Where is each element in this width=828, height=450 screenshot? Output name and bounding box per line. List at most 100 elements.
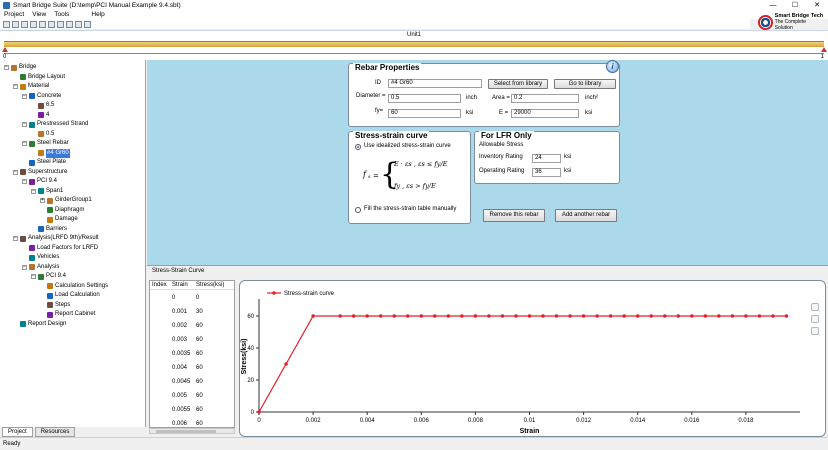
collapse-icon[interactable]: − bbox=[22, 264, 27, 270]
collapse-icon[interactable]: − bbox=[22, 122, 27, 127]
menu-tools[interactable]: Tools bbox=[50, 10, 73, 19]
table-row[interactable]: 0.0035 60 bbox=[150, 347, 234, 361]
table-row[interactable]: 0.0045 60 bbox=[150, 375, 234, 389]
idealized-curve-radio[interactable] bbox=[355, 144, 361, 150]
paste-icon[interactable] bbox=[66, 20, 73, 28]
tree-item[interactable]: + GirderGroup1 bbox=[40, 196, 92, 205]
save-icon[interactable] bbox=[21, 20, 28, 28]
cell-stress[interactable]: 60 bbox=[196, 417, 234, 427]
cell-strain[interactable]: 0.0055 bbox=[172, 403, 196, 417]
tree-item[interactable]: − PCI 9.4 bbox=[22, 177, 57, 186]
inventory-rating-field[interactable]: 24 bbox=[532, 154, 561, 163]
cell-index[interactable] bbox=[150, 375, 172, 389]
menu-view[interactable]: View bbox=[28, 10, 50, 19]
cut-icon[interactable] bbox=[48, 20, 55, 28]
collapse-icon[interactable]: − bbox=[31, 274, 36, 279]
tree-item[interactable]: Vehicles bbox=[22, 253, 59, 262]
cell-stress[interactable]: 60 bbox=[196, 361, 234, 375]
open-folder-icon[interactable] bbox=[12, 20, 19, 28]
girder-beam[interactable] bbox=[4, 41, 824, 47]
operating-rating-field[interactable]: 36 bbox=[532, 168, 561, 177]
tree-item[interactable]: − Span1 bbox=[31, 187, 63, 196]
tree-item[interactable]: − Superstructure bbox=[13, 168, 67, 177]
area-field[interactable]: 0.2 bbox=[511, 94, 579, 103]
cell-stress[interactable]: 60 bbox=[196, 375, 234, 389]
collapse-icon[interactable]: − bbox=[22, 179, 27, 184]
collapse-icon[interactable]: − bbox=[22, 141, 27, 146]
table-row[interactable]: 0.002 60 bbox=[150, 319, 234, 333]
tree-item[interactable]: − Concrete bbox=[22, 92, 61, 101]
unit-bar[interactable]: Unit1 0 1 bbox=[0, 30, 828, 60]
tree-item[interactable]: 4 bbox=[31, 111, 49, 120]
e-field[interactable]: 29000 bbox=[511, 109, 579, 118]
tree-item[interactable]: − Analysis(LRFD 9th)/Result bbox=[13, 234, 99, 243]
copy-icon[interactable] bbox=[57, 20, 64, 28]
table-row[interactable]: 0.004 60 bbox=[150, 361, 234, 375]
table-row[interactable]: 0.003 60 bbox=[150, 333, 234, 347]
collapse-icon[interactable]: − bbox=[4, 65, 9, 70]
tree-item[interactable]: − Bridge bbox=[4, 63, 36, 72]
tree-item[interactable]: − Analysis bbox=[22, 263, 59, 272]
cell-stress[interactable]: 0 bbox=[196, 291, 234, 305]
cell-index[interactable] bbox=[150, 361, 172, 375]
id-field[interactable]: #4 Gr60 bbox=[388, 79, 482, 88]
cell-strain[interactable]: 0.0045 bbox=[172, 375, 196, 389]
col-strain-header[interactable]: Strain bbox=[172, 281, 196, 289]
add-rebar-button[interactable]: Add another rebar bbox=[555, 209, 617, 222]
collapse-icon[interactable]: − bbox=[13, 169, 18, 175]
cell-stress[interactable]: 60 bbox=[196, 403, 234, 417]
undo-icon[interactable] bbox=[75, 20, 82, 28]
tree-item[interactable]: Damage bbox=[40, 215, 78, 224]
expand-icon[interactable]: + bbox=[40, 198, 45, 203]
cell-strain[interactable]: 0 bbox=[172, 291, 196, 305]
cell-index[interactable] bbox=[150, 319, 172, 333]
collapse-icon[interactable]: − bbox=[22, 93, 27, 99]
tree-item[interactable]: Load Factors for LRFD bbox=[22, 244, 98, 253]
tree-item[interactable]: 0.5 bbox=[31, 130, 54, 139]
close-button[interactable]: ✕ bbox=[806, 0, 828, 10]
cell-strain[interactable]: 0.005 bbox=[172, 389, 196, 403]
tree-item[interactable]: Report Design bbox=[13, 320, 66, 329]
collapse-icon[interactable]: − bbox=[13, 236, 18, 241]
tree-item[interactable]: 6.5 bbox=[31, 101, 54, 110]
cell-index[interactable] bbox=[150, 403, 172, 417]
cell-index[interactable] bbox=[150, 333, 172, 347]
table-row[interactable]: 0.005 60 bbox=[150, 389, 234, 403]
remove-rebar-button[interactable]: Remove this rebar bbox=[483, 209, 545, 222]
cell-index[interactable] bbox=[150, 305, 172, 319]
tree-item[interactable]: Bridge Layout bbox=[13, 73, 65, 82]
cell-stress[interactable]: 30 bbox=[196, 305, 234, 319]
table-row[interactable]: 0.006 60 bbox=[150, 417, 234, 427]
go-to-library-button[interactable]: Go to library bbox=[554, 79, 616, 89]
diameter-field[interactable]: 0.5 bbox=[388, 94, 461, 103]
table-row[interactable]: 00 bbox=[150, 291, 234, 305]
reset-view-icon[interactable] bbox=[811, 327, 819, 335]
save-as-icon[interactable] bbox=[30, 20, 37, 28]
minimize-button[interactable]: — bbox=[762, 0, 784, 10]
manual-table-radio[interactable] bbox=[355, 207, 361, 213]
tree-item[interactable]: Barriers bbox=[31, 225, 67, 234]
cell-strain[interactable]: 0.004 bbox=[172, 361, 196, 375]
col-stress-header[interactable]: Stress(ksi) bbox=[196, 281, 234, 289]
new-file-icon[interactable] bbox=[3, 20, 10, 28]
table-horizontal-scrollbar[interactable] bbox=[149, 428, 235, 434]
tree-item[interactable]: Report Cabinet bbox=[40, 310, 95, 319]
tree-item[interactable]: − PCI 9.4 bbox=[31, 272, 66, 281]
stress-strain-table[interactable]: Index Strain Stress(ksi) 0 0 0.001 30 0.002 6… bbox=[149, 280, 235, 428]
tree-item[interactable]: Load Calculation bbox=[40, 291, 100, 300]
select-from-library-button[interactable]: Select from library bbox=[488, 79, 548, 89]
table-row[interactable]: 0.001 30 bbox=[150, 305, 234, 319]
info-icon[interactable]: i bbox=[606, 60, 619, 73]
cell-stress[interactable]: 60 bbox=[196, 389, 234, 403]
zoom-in-icon[interactable] bbox=[811, 303, 819, 311]
cell-strain[interactable]: 0.003 bbox=[172, 333, 196, 347]
maximize-button[interactable]: ☐ bbox=[784, 0, 806, 10]
project-tree[interactable]: − Bridge Bridge Layout − Material − Concrete 6.… bbox=[0, 60, 146, 427]
cell-index[interactable] bbox=[150, 417, 172, 427]
table-row[interactable]: 0.0055 60 bbox=[150, 403, 234, 417]
cell-index[interactable] bbox=[150, 389, 172, 403]
menu-help[interactable]: Help bbox=[87, 10, 108, 19]
tree-item[interactable]: Steel Plate bbox=[22, 158, 66, 167]
tree-item[interactable]: Steps bbox=[40, 301, 70, 310]
tree-item[interactable]: Calculation Settings bbox=[40, 282, 108, 291]
